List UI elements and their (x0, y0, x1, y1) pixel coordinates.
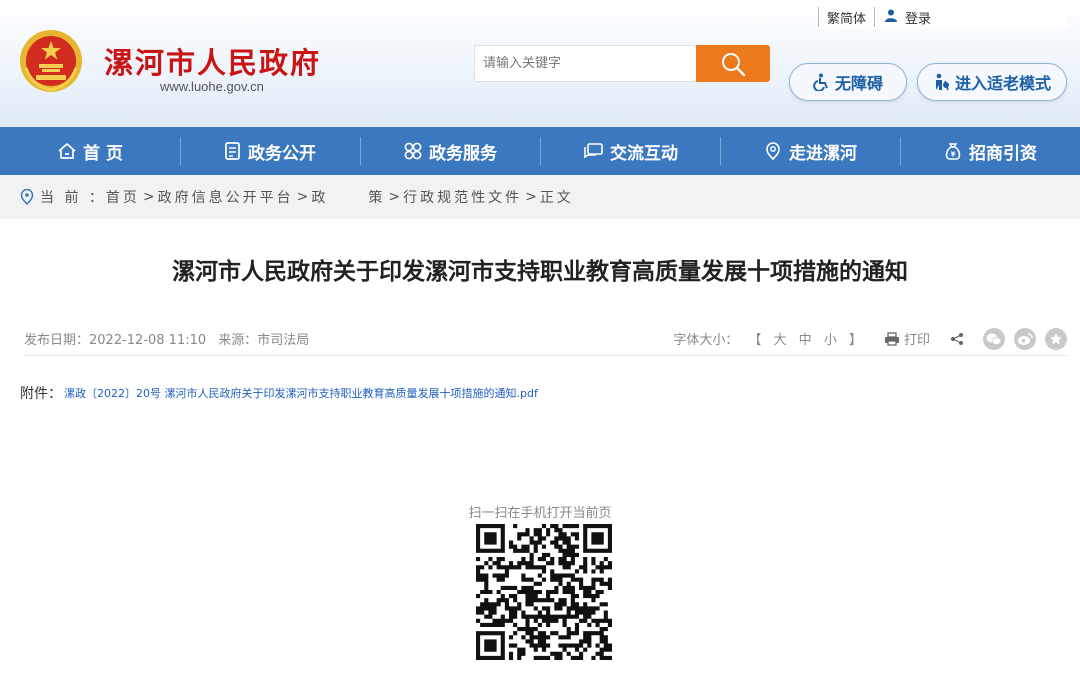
font-size-medium[interactable]: 中 (799, 333, 816, 348)
nav-label: 政务公开 (248, 143, 316, 164)
accessibility-button[interactable]: 无障碍 (789, 63, 907, 101)
search-icon (722, 52, 746, 76)
traditional-simplified-toggle[interactable]: 繁简体 (819, 8, 874, 27)
nav-item-investment[interactable]: ¥ 招商引资 (900, 127, 1080, 175)
nav-item-about-luohe[interactable]: 走进漯河 (720, 127, 900, 175)
search-bar (474, 45, 770, 82)
breadcrumb-separator: > (296, 189, 309, 205)
location-icon (763, 141, 783, 161)
elder-icon (933, 73, 951, 91)
article-source: 来源：市司法局 (218, 333, 310, 348)
attachment: 附件： 漯政〔2022〕20号 漯河市人民政府关于印发漯河市支持职业教育高质量发… (20, 383, 538, 403)
font-size-options: 【 大 中 小 】 (748, 329, 866, 348)
nav-item-gov-services[interactable]: 政务服务 (360, 127, 540, 175)
national-emblem-icon (20, 30, 82, 92)
nav-item-home[interactable]: 首 页 (0, 127, 180, 175)
breadcrumb-separator: > (388, 189, 401, 205)
bracket-open: 【 (748, 333, 766, 348)
breadcrumb-policy-part2[interactable]: 策 (368, 187, 385, 207)
location-pin-icon (20, 189, 34, 205)
site-header: 繁简体 登录 漯河市人民政府 www.luohe.gov.cn 无障碍 (0, 0, 1080, 127)
print-button[interactable]: 打印 (884, 329, 930, 348)
elder-mode-button[interactable]: 进入适老模式 (917, 63, 1067, 101)
service-icon (403, 141, 423, 161)
nav-label: 走进漯河 (789, 143, 857, 164)
top-links: 繁简体 登录 (818, 5, 1066, 29)
font-size-large[interactable]: 大 (774, 333, 791, 348)
breadcrumb-prefix: 当 前 ： (40, 190, 106, 206)
document-icon (224, 141, 242, 161)
login-link[interactable]: 登录 (897, 8, 939, 27)
search-input[interactable] (474, 45, 696, 82)
font-size-label: 字体大小： (673, 333, 739, 348)
qr-code (476, 524, 612, 660)
divider (874, 7, 876, 27)
share-icon[interactable] (950, 332, 964, 346)
qr-caption: 扫一扫在手机打开当前页 (468, 506, 612, 521)
star-favorite-icon[interactable] (1045, 327, 1067, 350)
attachment-pdf-link[interactable]: 漯政〔2022〕20号 漯河市人民政府关于印发漯河市支持职业教育高质量发展十项措… (64, 385, 538, 401)
breadcrumb-policy-part1[interactable]: 政 (311, 187, 328, 207)
breadcrumb-separator: > (525, 189, 537, 205)
nav-item-interaction[interactable]: 交流互动 (540, 127, 720, 175)
search-button[interactable] (696, 45, 770, 82)
bracket-close: 】 (848, 333, 866, 348)
weibo-icon[interactable] (1014, 327, 1036, 350)
money-bag-icon: ¥ (943, 141, 963, 161)
printer-icon (884, 331, 899, 346)
nav-item-gov-affairs-open[interactable]: 政务公开 (180, 127, 360, 175)
user-icon[interactable] (885, 9, 898, 26)
breadcrumb-separator: > (142, 189, 155, 205)
main-nav: 首 页 政务公开 政务服务 交流互动 走进漯河 ¥ 招商引资 (0, 127, 1080, 175)
publish-date: 发布日期：2022-12-08 11:10 (24, 333, 207, 348)
nav-label: 交流互动 (610, 143, 678, 164)
attachment-label: 附件： (20, 386, 62, 402)
article-title: 漯河市人民政府关于印发漯河市支持职业教育高质量发展十项措施的通知 (172, 259, 908, 285)
site-title[interactable]: 漯河市人民政府 (104, 40, 321, 82)
nav-label: 首 页 (83, 143, 123, 164)
home-icon (57, 142, 77, 160)
site-url: www.luohe.gov.cn (160, 79, 264, 94)
nav-label: 政务服务 (429, 143, 497, 164)
breadcrumb: 当 前 ： 首页 > 政府信息公开平台 > 政 策 > 行政规范性文件 > 正文 (0, 175, 1080, 219)
article-meta: 发布日期：2022-12-08 11:10 来源：市司法局 字体大小： 【 大 … (24, 322, 1067, 356)
svg-text:¥: ¥ (951, 151, 956, 159)
wechat-icon[interactable] (983, 327, 1005, 350)
breadcrumb-home[interactable]: 首页 (106, 187, 140, 207)
breadcrumb-info-platform[interactable]: 政府信息公开平台 (158, 187, 294, 207)
breadcrumb-current: 正文 (539, 190, 574, 206)
breadcrumb-normative-docs[interactable]: 行政规范性文件 (403, 187, 522, 207)
wheelchair-icon (813, 73, 831, 91)
accessibility-label: 无障碍 (834, 74, 883, 93)
print-label: 打印 (903, 333, 930, 348)
font-size-small[interactable]: 小 (824, 333, 841, 348)
chat-icon (582, 142, 604, 160)
nav-label: 招商引资 (969, 143, 1037, 164)
elder-mode-label: 进入适老模式 (954, 74, 1051, 93)
